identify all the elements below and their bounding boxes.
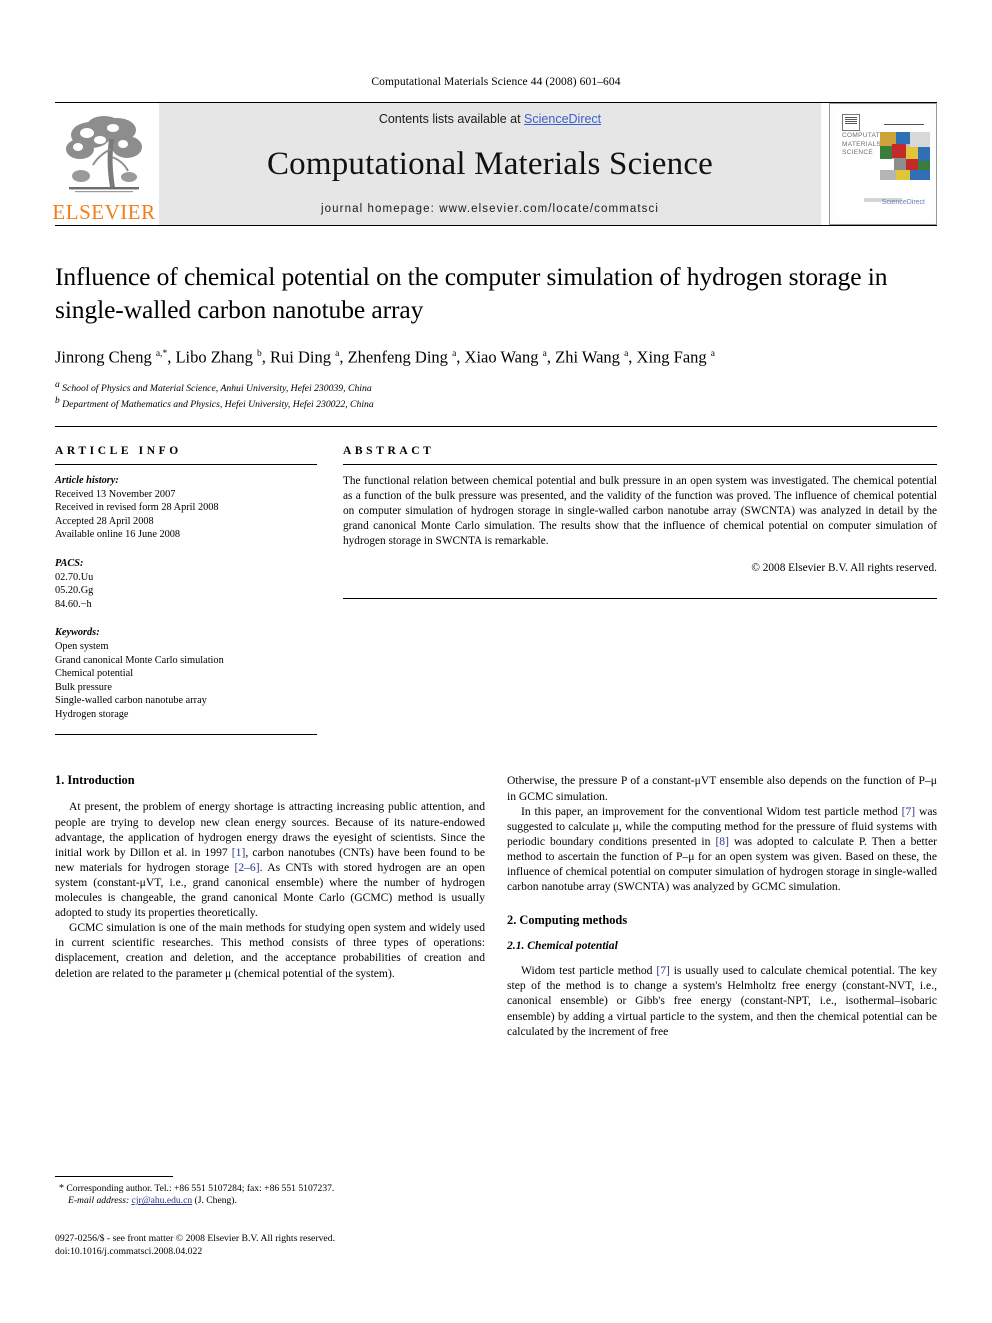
journal-title: Computational Materials Science: [266, 146, 714, 182]
abstract-divider: [343, 463, 937, 465]
abstract-text: The functional relation between chemical…: [343, 474, 937, 547]
history-item: Available online 16 June 2008: [55, 529, 181, 541]
keyword-item: Bulk pressure: [55, 681, 112, 693]
abstract-bottom-divider: [343, 597, 937, 599]
keyword-item: Chemical potential: [55, 668, 134, 680]
article-history-label: Article history:: [55, 474, 119, 486]
footnote-marker: *: [59, 1183, 64, 1194]
paragraph: GCMC simulation is one of the main metho…: [55, 921, 485, 980]
abstract-column: ABSTRACT The functional relation between…: [343, 445, 937, 736]
citation-ref[interactable]: [8]: [715, 835, 729, 848]
pacs-label: PACS:: [55, 557, 84, 569]
citation-ref[interactable]: [1]: [232, 846, 246, 859]
elsevier-wordmark: ELSEVIER: [52, 200, 156, 224]
pacs-item: 02.70.Uu: [55, 571, 94, 583]
keyword-item: Single-walled carbon nanotube array: [55, 695, 207, 707]
citation-ref[interactable]: [7]: [656, 964, 670, 977]
paragraph: In this paper, an improvement for the co…: [507, 804, 937, 895]
paragraph: Widom test particle method [7] is usuall…: [507, 963, 937, 1038]
abstract-heading: ABSTRACT: [343, 444, 435, 457]
body-left-column: 1. Introduction At present, the problem …: [55, 773, 485, 1038]
keyword-item: Grand canonical Monte Carlo simulation: [55, 654, 224, 666]
article-info-column: ARTICLE INFO Article history: Received 1…: [55, 445, 317, 736]
body-columns: 1. Introduction At present, the problem …: [55, 735, 937, 1038]
running-head: Computational Materials Science 44 (2008…: [371, 76, 621, 88]
article-history: Article history: Received 13 November 20…: [55, 474, 317, 542]
footnote-text: * Corresponding author. Tel.: +86 551 51…: [55, 1183, 485, 1208]
pacs-block: PACS: 02.70.Uu 05.20.Gg 84.60.−h: [55, 557, 317, 611]
column-gap: [317, 445, 343, 736]
email-link[interactable]: cjr@ahu.edu.cn: [132, 1195, 193, 1206]
history-item: Accepted 28 April 2008: [55, 515, 154, 527]
footnote-contact: Corresponding author. Tel.: +86 551 5107…: [66, 1183, 335, 1194]
footnote-divider: [55, 1176, 173, 1177]
journal-article-page: Computational Materials Science 44 (2008…: [0, 0, 992, 1323]
subsection-heading-chemical-potential: 2.1. Chemical potential: [507, 939, 618, 953]
page-title: Influence of chemical potential on the c…: [55, 262, 888, 324]
journal-banner: ELSEVIER Contents lists available at Sci…: [52, 103, 937, 225]
body-right-column: Otherwise, the pressure P of a constant-…: [507, 773, 937, 1038]
banner-center: Contents lists available at ScienceDirec…: [159, 103, 821, 225]
article-info-divider: [55, 463, 317, 465]
page-footer: 0927-0256/$ - see front matter © 2008 El…: [55, 1233, 555, 1258]
para-text: Widom test particle method: [521, 964, 657, 978]
keyword-item: Hydrogen storage: [55, 708, 129, 720]
article-info-bottom-divider: [55, 734, 317, 736]
citation-ref[interactable]: [7]: [902, 805, 916, 818]
paragraph: Otherwise, the pressure P of a constant-…: [507, 774, 937, 803]
article-info-heading: ARTICLE INFO: [55, 444, 182, 457]
contents-prefix: Contents lists available at: [378, 112, 525, 126]
keywords-block: Keywords: Open system Grand canonical Mo…: [55, 626, 317, 721]
info-abstract-section: ARTICLE INFO Article history: Received 1…: [55, 427, 937, 736]
column-gap: [485, 773, 507, 1038]
elsevier-logo: ELSEVIER: [52, 103, 156, 225]
section-heading-introduction: 1. Introduction: [55, 773, 135, 788]
paragraph: At present, the problem of energy shorta…: [55, 799, 485, 920]
journal-homepage[interactable]: journal homepage: www.elsevier.com/locat…: [321, 203, 659, 215]
para-text: In this paper, an improvement for the co…: [521, 804, 902, 818]
elsevier-tree-icon: [65, 113, 143, 201]
issn-copyright-line: 0927-0256/$ - see front matter © 2008 El…: [55, 1233, 335, 1244]
abstract-copyright: © 2008 Elsevier B.V. All rights reserved…: [751, 561, 937, 574]
title-block: Influence of chemical potential on the c…: [55, 226, 937, 412]
cover-rule: [884, 124, 924, 125]
email-label: E-mail address:: [68, 1195, 130, 1207]
keywords-label: Keywords:: [55, 627, 100, 639]
pacs-item: 05.20.Gg: [55, 585, 94, 597]
section-heading-computing-methods: 2. Computing methods: [507, 913, 628, 928]
cover-artwork: [880, 132, 930, 180]
citation-ref[interactable]: [2–6]: [234, 861, 259, 874]
pacs-item: 84.60.−h: [55, 598, 92, 610]
cover-footer: ScienceDirect: [881, 199, 925, 206]
cover-footer-left: [844, 207, 845, 212]
doi-line[interactable]: doi:10.1016/j.commatsci.2008.04.022: [55, 1246, 555, 1259]
affiliation-list: a School of Physics and Material Science…: [55, 379, 937, 412]
cover-inner: COMPUTATIONAL MATERIALS SCIENCE ScienceD…: [836, 110, 930, 218]
email-owner: (J. Cheng).: [194, 1195, 237, 1207]
affiliation-a: a School of Physics and Material Science…: [55, 379, 372, 394]
cover-publisher-badge-icon: [842, 114, 860, 131]
corresponding-author-footnote: * Corresponding author. Tel.: +86 551 51…: [55, 1176, 485, 1208]
author-list: Jinrong Cheng a,*, Libo Zhang b, Rui Din…: [55, 347, 715, 367]
keyword-item: Open system: [55, 640, 109, 652]
journal-cover-thumbnail[interactable]: COMPUTATIONAL MATERIALS SCIENCE ScienceD…: [829, 103, 937, 225]
cover-brand: ScienceDirect: [881, 199, 925, 206]
contents-available-line: Contents lists available at ScienceDirec…: [379, 112, 601, 126]
sciencedirect-link[interactable]: ScienceDirect: [524, 112, 601, 126]
affiliation-b: b Department of Mathematics and Physics,…: [55, 396, 374, 411]
history-item: Received 13 November 2007: [55, 488, 176, 500]
history-item: Received in revised form 28 April 2008: [55, 502, 219, 514]
